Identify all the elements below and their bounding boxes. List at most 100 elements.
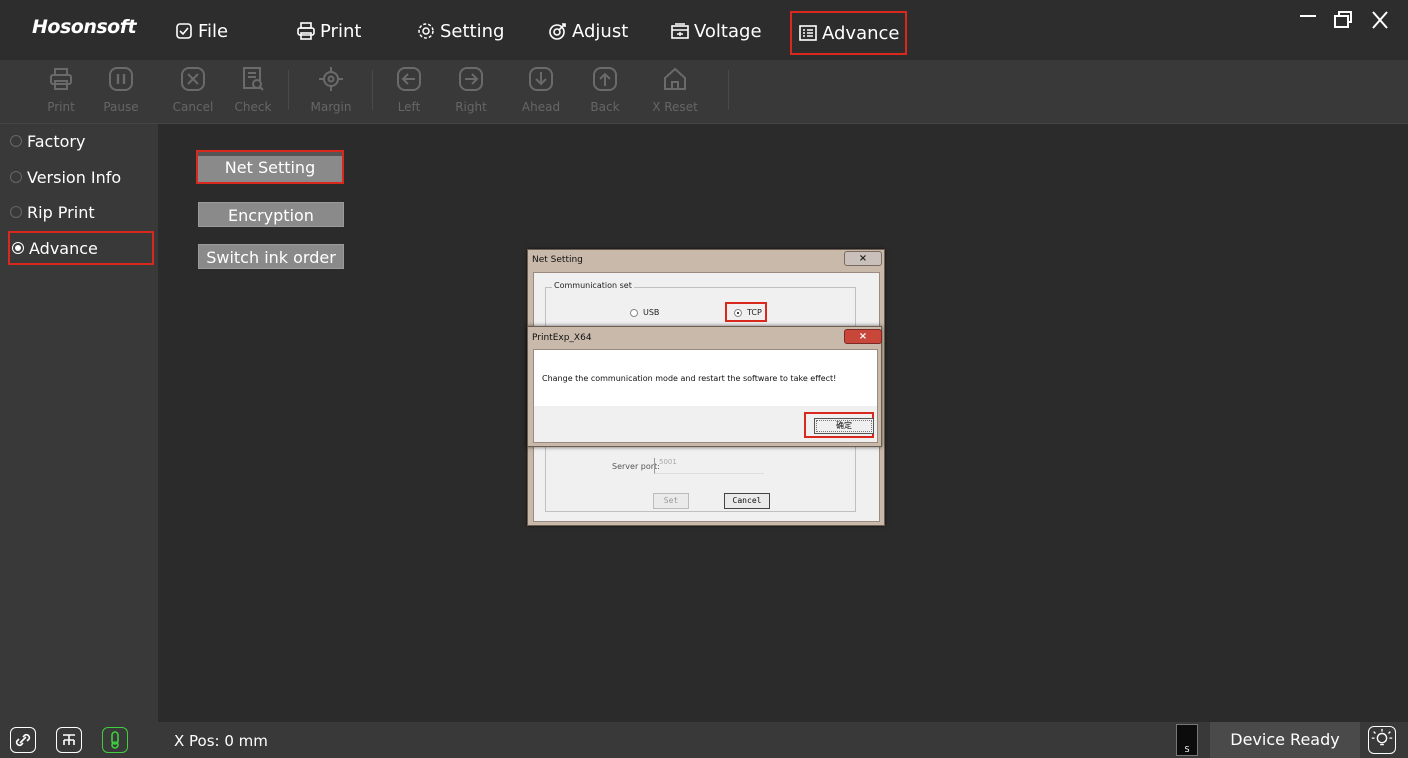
net-setting-button[interactable]: Net Setting — [196, 150, 344, 184]
cancel-button[interactable]: Cancel — [724, 493, 770, 509]
app-window: Hosonsoft File Print Setting Adjust Volt… — [0, 0, 1408, 758]
voltage-icon — [671, 23, 689, 39]
toolbar-xreset-button[interactable]: X Reset — [650, 66, 700, 120]
status-bar: X Pos: 0 mm S Device Ready — [0, 722, 1408, 758]
alert-message-area: Change the communication mode and restar… — [534, 350, 877, 406]
restore-icon[interactable] — [1331, 8, 1355, 32]
usb-radio[interactable]: USB — [630, 308, 659, 317]
menu-advance-label: Advance — [822, 22, 900, 44]
toolbar-pause-label: Pause — [103, 100, 139, 114]
radio-icon — [10, 206, 22, 218]
close-icon[interactable] — [1368, 8, 1392, 32]
check-doc-icon — [243, 67, 264, 91]
switch-ink-order-button[interactable]: Switch ink order — [198, 244, 344, 269]
pause-icon — [109, 67, 133, 91]
arrow-down-icon — [529, 67, 553, 91]
link-icon[interactable] — [10, 727, 36, 753]
menu-bar: Hosonsoft File Print Setting Adjust Volt… — [0, 0, 1408, 60]
adjust-icon — [549, 23, 566, 40]
temperature-icon[interactable] — [102, 727, 128, 753]
gear-icon — [418, 23, 434, 39]
menu-advance[interactable]: Advance — [790, 11, 908, 55]
alert-message: Change the communication mode and restar… — [542, 374, 837, 383]
file-check-icon — [176, 23, 192, 39]
sidebar-item-version-info[interactable]: Version Info — [10, 162, 121, 192]
toolbar-separator — [728, 70, 729, 110]
toolbar-print-label: Print — [47, 100, 75, 114]
toolbar-separator — [288, 70, 289, 110]
menu-voltage-label: Voltage — [694, 20, 762, 42]
toolbar-pause-button[interactable]: Pause — [96, 66, 146, 120]
menu-adjust[interactable]: Adjust — [548, 14, 628, 48]
toolbar-ahead-label: Ahead — [521, 100, 561, 114]
sidebar-item-label: Advance — [29, 238, 98, 258]
alert-title: PrintExp_X64 — [532, 333, 592, 343]
toolbar-margin-button[interactable]: Margin — [306, 66, 356, 120]
sidebar-item-label: Factory — [27, 131, 86, 151]
radio-icon — [630, 308, 638, 317]
device-status: Device Ready — [1210, 722, 1360, 758]
toolbar-check-label: Check — [234, 100, 272, 114]
toolbar-left-label: Left — [397, 100, 421, 114]
menu-voltage[interactable]: Voltage — [670, 14, 762, 48]
sidebar: Factory Version Info Rip Print Advance — [0, 124, 158, 722]
arrow-up-icon — [593, 67, 617, 91]
menu-print-label: Print — [320, 20, 362, 42]
x-position-readout: X Pos: 0 mm — [174, 732, 268, 750]
sidebar-item-label: Rip Print — [27, 202, 95, 222]
app-logo: Hosonsoft — [32, 16, 137, 38]
ink-level-indicator: S — [1176, 724, 1198, 756]
alert-body: Change the communication mode and restar… — [533, 349, 878, 443]
toolbar-ahead-button[interactable]: Ahead — [516, 66, 566, 120]
radio-icon — [10, 135, 22, 147]
toolbar-print-button[interactable]: Print — [36, 66, 86, 120]
server-port-label: Server port: — [612, 462, 660, 471]
toolbar-right-button[interactable]: Right — [446, 66, 496, 120]
network-icon[interactable] — [56, 727, 82, 753]
set-button[interactable]: Set — [653, 493, 689, 509]
lightbulb-icon[interactable] — [1368, 726, 1396, 754]
menu-setting-label: Setting — [440, 20, 505, 42]
printer-icon — [297, 22, 315, 40]
list-icon — [799, 25, 817, 41]
alert-dialog: PrintExp_X64 × Change the communication … — [527, 326, 882, 447]
toolbar-back-label: Back — [590, 100, 620, 114]
toolbar-margin-label: Margin — [310, 100, 352, 114]
radio-selected-icon — [12, 242, 24, 254]
minimize-icon[interactable] — [1296, 8, 1320, 32]
toolbar-cancel-label: Cancel — [172, 100, 214, 114]
menu-file[interactable]: File — [174, 14, 228, 48]
toolbar-check-button[interactable]: Check — [228, 66, 278, 120]
alert-close-button[interactable]: × — [844, 329, 882, 344]
arrow-right-icon — [459, 67, 483, 91]
toolbar-separator — [372, 70, 373, 110]
toolbar-xreset-label: X Reset — [652, 100, 698, 114]
dialog-close-button[interactable]: × — [844, 251, 882, 266]
dialog-title: Net Setting — [532, 255, 583, 265]
sidebar-item-advance[interactable]: Advance — [8, 231, 154, 265]
home-icon — [664, 67, 686, 90]
printer-icon — [50, 68, 72, 90]
arrow-left-icon — [397, 67, 421, 91]
toolbar-back-button[interactable]: Back — [580, 66, 630, 120]
toolbar-right-label: Right — [455, 100, 487, 114]
sidebar-item-label: Version Info — [27, 167, 122, 187]
target-icon — [319, 67, 343, 91]
menu-adjust-label: Adjust — [572, 20, 629, 42]
usb-label: USB — [643, 308, 660, 317]
group-label: Communication set — [552, 281, 634, 290]
menu-file-label: File — [198, 20, 229, 42]
menu-print[interactable]: Print — [296, 14, 361, 48]
server-port-input[interactable]: 5001 — [654, 458, 764, 474]
ok-button[interactable]: 确定 — [814, 418, 874, 434]
tcp-highlight — [725, 302, 767, 322]
sidebar-item-factory[interactable]: Factory — [10, 126, 85, 156]
encryption-button[interactable]: Encryption — [198, 202, 344, 227]
toolbar-cancel-button[interactable]: Cancel — [168, 66, 218, 120]
ink-label: S — [1184, 745, 1190, 754]
cancel-icon — [181, 67, 205, 91]
menu-setting[interactable]: Setting — [416, 14, 504, 48]
sidebar-item-rip-print[interactable]: Rip Print — [10, 197, 95, 227]
toolbar: Print Pause Cancel Check Margin Left Rig… — [0, 60, 1408, 124]
toolbar-left-button[interactable]: Left — [384, 66, 434, 120]
